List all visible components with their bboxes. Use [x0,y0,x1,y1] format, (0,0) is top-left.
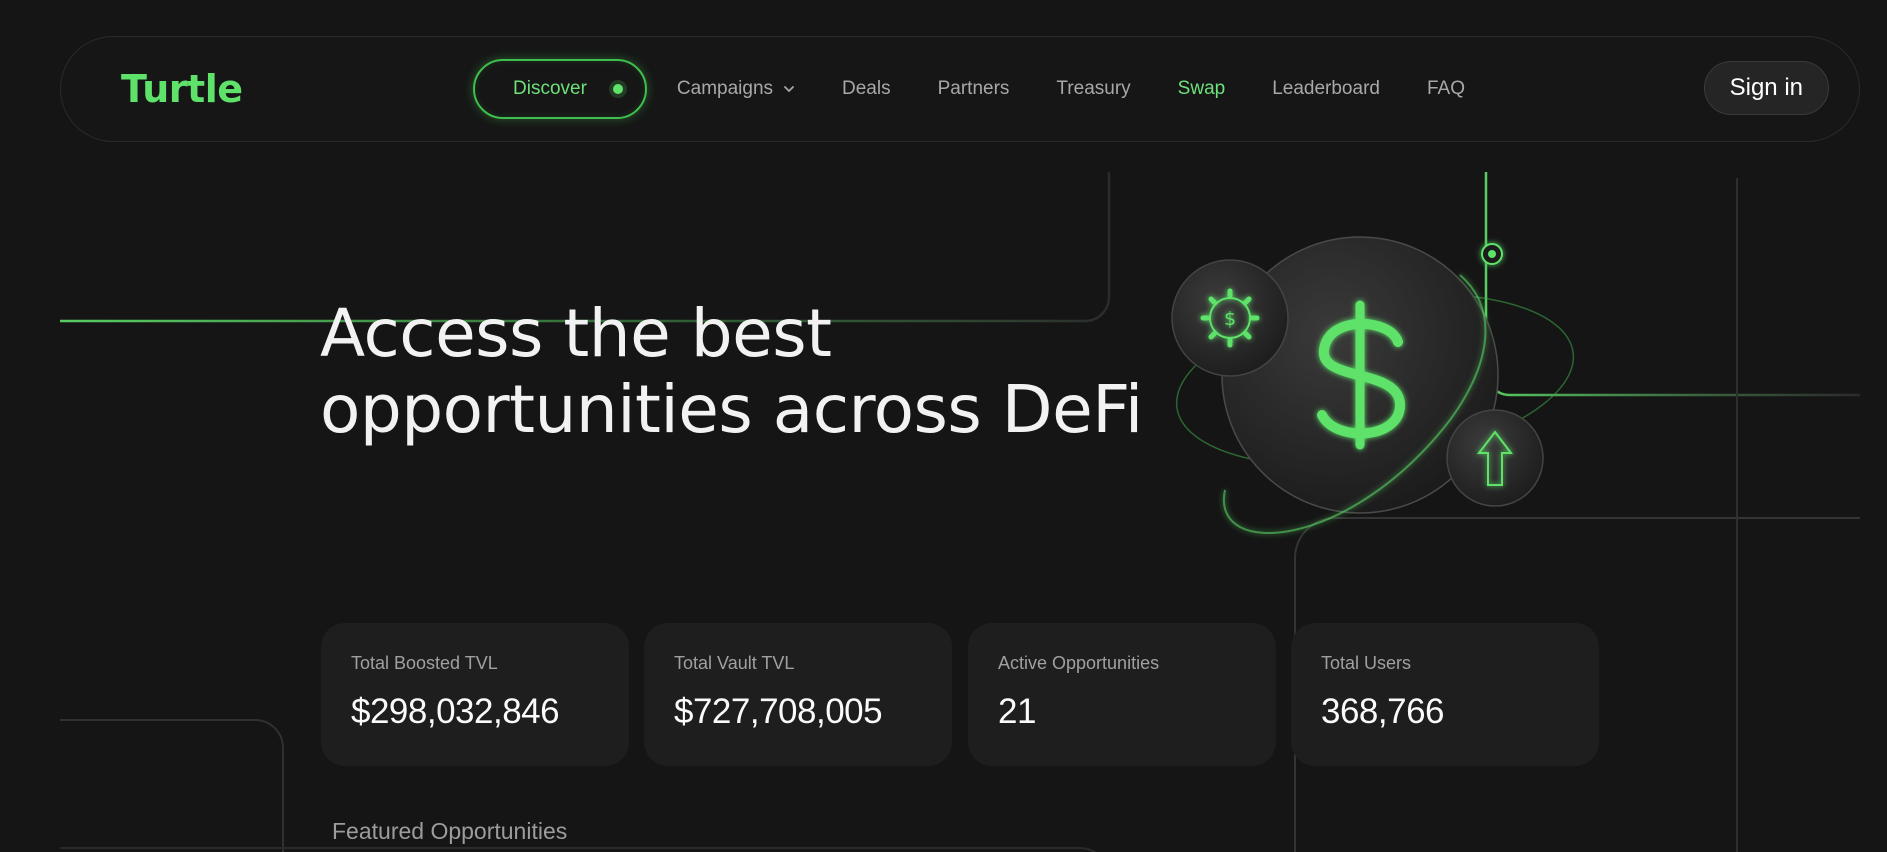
nav-item-discover[interactable]: Discover [473,59,647,119]
nav-item-campaigns[interactable]: Campaigns [677,78,795,100]
nav-item-faq[interactable]: FAQ [1427,78,1465,100]
active-dot-icon [612,84,623,94]
stat-label: Active Opportunities [998,653,1160,673]
stat-card-active-opportunities: Active Opportunities 21 [968,623,1276,766]
stat-card-vault-tvl: Total Vault TVL $727,708,005 [644,623,952,766]
stat-value: $298,032,846 [351,692,560,731]
stat-value: 21 [998,692,1036,731]
arrow-coin [1446,409,1544,507]
stat-label: Total Vault TVL [674,653,795,673]
stat-label: Total Boosted TVL [351,653,498,673]
nav-item-deals[interactable]: Deals [842,78,891,100]
stat-label: Total Users [1321,653,1412,673]
nav-item-swap[interactable]: Swap [1178,78,1226,100]
sign-in-button[interactable]: Sign in [1703,61,1829,115]
nav-item-treasury[interactable]: Treasury [1056,78,1130,100]
nav-item-label: Discover [513,78,587,99]
hero-title-line-1: Access the best [320,295,832,372]
nav-item-label: Campaigns [676,78,774,99]
stat-value: $727,708,005 [674,692,883,731]
chevron-down-icon [784,86,794,93]
featured-opportunities-heading: Featured Opportunities [332,818,568,844]
stat-value: 368,766 [1321,692,1445,731]
stat-card-boosted-tvl: Total Boosted TVL $298,032,846 [321,623,629,766]
top-navbar: Turtle Discover Campaigns Deals Partners… [60,36,1860,142]
stat-card-total-users: Total Users 368,766 [1291,623,1599,766]
nav-item-leaderboard[interactable]: Leaderboard [1272,78,1380,100]
hero-title: Access the best opportunities across DeF… [320,295,1143,448]
hero-title-line-2: opportunities across DeFi [320,371,1143,448]
main-nav: Discover Campaigns Deals Partners Treasu… [473,58,1512,120]
hero-illustration: $ [1171,236,1575,535]
svg-text:$: $ [1224,308,1236,330]
nav-item-partners[interactable]: Partners [938,78,1010,100]
brand-logo[interactable]: Turtle [121,67,243,111]
